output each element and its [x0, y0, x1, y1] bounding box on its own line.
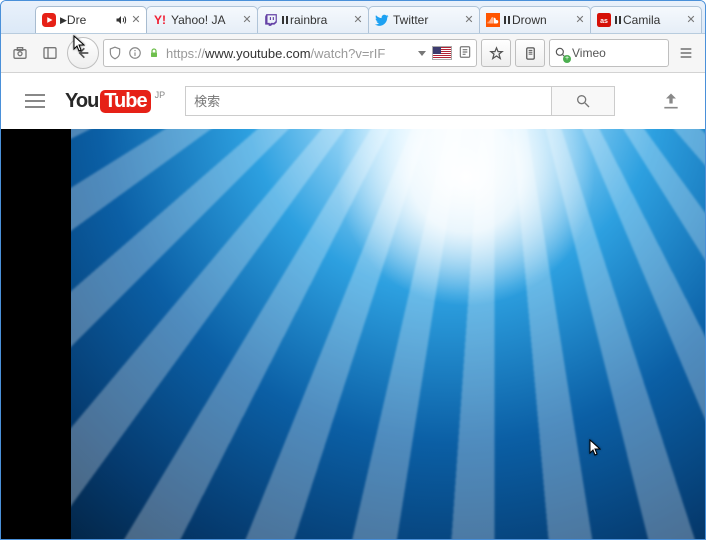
tab-close-icon[interactable]: ✕ — [241, 14, 253, 26]
tab-title: Camila — [623, 13, 683, 27]
video-frame[interactable] — [71, 129, 705, 540]
search-icon — [575, 93, 591, 109]
pause-indicator-icon — [615, 16, 623, 24]
sidebar-toggle-button[interactable] — [37, 40, 63, 66]
youtube-menu-button[interactable] — [25, 94, 45, 108]
navigation-toolbar: https://www.youtube.com/watch?v=rIF + Vi… — [1, 34, 705, 73]
tracking-protection-icon[interactable] — [108, 46, 122, 60]
pocket-button[interactable] — [515, 39, 545, 67]
tab-youtube[interactable]: ▶ Dre ✕ — [35, 6, 147, 33]
tab-close-icon[interactable]: ✕ — [685, 14, 697, 26]
bookmark-star-button[interactable] — [481, 39, 511, 67]
soundcloud-favicon-icon — [486, 13, 500, 27]
tab-twitch[interactable]: rainbra ✕ — [257, 6, 369, 33]
tab-yahoo[interactable]: Y! Yahoo! JA ✕ — [146, 6, 258, 33]
pause-indicator-icon — [504, 16, 512, 24]
tab-close-icon[interactable]: ✕ — [574, 14, 586, 26]
tab-close-icon[interactable]: ✕ — [352, 14, 364, 26]
logo-region: JP — [155, 90, 166, 100]
url-host: www.youtube.com — [205, 46, 311, 61]
lastfm-favicon-icon: as — [597, 13, 611, 27]
tab-strip: ▶ Dre ✕ Y! Yahoo! JA ✕ rainbra ✕ Twitter — [1, 1, 705, 34]
tab-close-icon[interactable]: ✕ — [130, 14, 142, 26]
page-content: You Tube JP — [1, 73, 705, 540]
tab-title: Drown — [512, 13, 572, 27]
tab-lastfm[interactable]: as Camila ✕ — [590, 6, 702, 33]
site-info-icon[interactable] — [128, 46, 142, 60]
hamburger-menu-button[interactable] — [673, 40, 699, 66]
tab-twitter[interactable]: Twitter ✕ — [368, 6, 480, 33]
video-letterbox-left — [1, 129, 71, 540]
logo-text-tube: Tube — [100, 90, 150, 113]
url-bar[interactable]: https://www.youtube.com/watch?v=rIF — [103, 39, 477, 67]
audio-indicator-icon[interactable] — [114, 13, 128, 27]
tab-title: Yahoo! JA — [171, 13, 239, 27]
url-prefix: https:// — [166, 46, 205, 61]
reader-mode-icon[interactable] — [458, 45, 472, 62]
tab-title: Dre — [67, 13, 112, 27]
country-flag-icon[interactable] — [432, 46, 452, 60]
url-text: https://www.youtube.com/watch?v=rIF — [166, 46, 412, 61]
history-dropdown-icon[interactable] — [418, 51, 426, 56]
logo-text-you: You — [65, 90, 98, 113]
urlbar-right-icons — [418, 45, 472, 62]
screenshot-button[interactable] — [7, 40, 33, 66]
search-box[interactable]: + Vimeo — [549, 39, 669, 67]
twitch-favicon-icon — [264, 13, 278, 27]
url-path: /watch?v=rIF — [311, 46, 386, 61]
search-engine-icon[interactable]: + — [554, 46, 568, 60]
back-button[interactable] — [67, 37, 99, 69]
lock-icon[interactable] — [148, 47, 160, 59]
search-engine-name: Vimeo — [572, 46, 606, 60]
tab-close-icon[interactable]: ✕ — [463, 14, 475, 26]
tab-title: rainbra — [290, 13, 350, 27]
browser-window: ▶ Dre ✕ Y! Yahoo! JA ✕ rainbra ✕ Twitter — [0, 0, 706, 540]
youtube-search-input[interactable] — [185, 86, 551, 116]
youtube-header: You Tube JP — [1, 73, 705, 129]
upload-button[interactable] — [661, 91, 681, 111]
tab-soundcloud[interactable]: Drown ✕ — [479, 6, 591, 33]
youtube-search — [185, 86, 615, 116]
pause-indicator-icon — [282, 16, 290, 24]
youtube-search-button[interactable] — [551, 86, 615, 116]
yahoo-favicon-icon: Y! — [153, 13, 167, 27]
tab-title: Twitter — [393, 13, 461, 27]
twitter-favicon-icon — [375, 13, 389, 27]
video-player-area[interactable] — [1, 129, 705, 540]
play-indicator-icon: ▶ — [60, 15, 67, 26]
youtube-favicon-icon — [42, 13, 56, 27]
youtube-logo[interactable]: You Tube JP — [65, 90, 165, 113]
svg-text:as: as — [600, 18, 608, 25]
